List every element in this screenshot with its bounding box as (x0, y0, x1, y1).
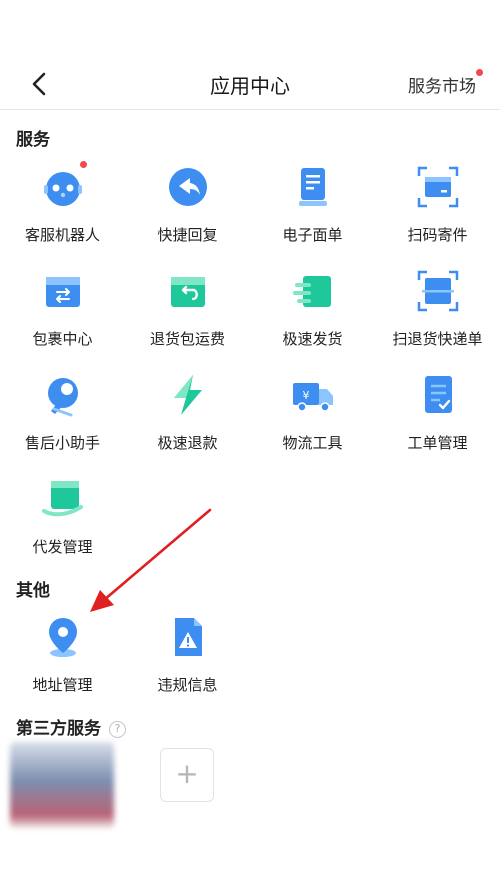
warning-doc-icon (166, 615, 210, 659)
app-quick-reply[interactable]: 快捷回复 (125, 162, 250, 266)
section-title-third-party-label: 第三方服务 (16, 719, 101, 739)
return-freight-icon (166, 269, 210, 313)
app-scan-return[interactable]: 扫退货快递单 (375, 266, 500, 370)
other-grid: 地址管理 违规信息 (0, 612, 500, 716)
app-label: 地址管理 (32, 676, 93, 694)
notification-dot (79, 161, 87, 168)
dropship-icon (41, 477, 85, 521)
service-market-label: 服务市场 (408, 77, 476, 97)
app-aftersale-helper[interactable]: 售后小助手 (0, 370, 125, 474)
app-label: 包裹中心 (32, 330, 93, 348)
section-title-third-party: 第三方服务? (16, 714, 126, 739)
work-order-icon (416, 373, 460, 417)
scan-return-icon (416, 269, 460, 313)
app-work-order[interactable]: 工单管理 (375, 370, 500, 474)
fast-ship-icon (291, 269, 335, 313)
section-title-other: 其他 (16, 581, 50, 601)
e-waybill-icon (291, 165, 335, 209)
location-pin-icon (41, 615, 85, 659)
app-label: 极速发货 (282, 330, 343, 348)
app-label: 客服机器人 (24, 226, 100, 244)
nav-bar: 应用中心 服务市场 (0, 58, 500, 110)
add-service-button[interactable]: + (160, 748, 214, 802)
app-package-center[interactable]: 包裹中心 (0, 266, 125, 370)
app-label: 物流工具 (282, 434, 343, 452)
reply-icon (166, 165, 210, 209)
app-label: 退货包运费 (149, 330, 225, 348)
app-label: 代发管理 (32, 538, 93, 556)
svg-text:¥: ¥ (302, 389, 309, 402)
app-logistics-tools[interactable]: ¥ 物流工具 (250, 370, 375, 474)
app-e-waybill[interactable]: 电子面单 (250, 162, 375, 266)
app-address-management[interactable]: 地址管理 (0, 612, 125, 716)
app-customer-robot[interactable]: 客服机器人 (0, 161, 125, 266)
service-grid: 客服机器人 快捷回复 电子面单 扫码寄件 包裹中心 退货包运费 极速发货 扫退货… (0, 161, 500, 578)
scan-package-icon (416, 165, 460, 209)
app-label: 电子面单 (282, 226, 343, 244)
lightning-icon (166, 373, 210, 417)
section-title-service: 服务 (16, 130, 50, 150)
app-fast-ship[interactable]: 极速发货 (250, 266, 375, 370)
app-label: 扫码寄件 (407, 226, 468, 244)
app-fast-refund[interactable]: 极速退款 (125, 370, 250, 474)
third-party-app-thumbnail[interactable] (10, 742, 114, 828)
app-label: 违规信息 (157, 676, 218, 694)
app-label: 工单管理 (407, 434, 468, 452)
third-party-row: + (0, 742, 500, 832)
app-return-freight[interactable]: 退货包运费 (125, 266, 250, 370)
service-market-link[interactable]: 服务市场 (408, 69, 483, 97)
app-label: 扫退货快递单 (392, 330, 483, 348)
truck-icon: ¥ (291, 373, 335, 417)
robot-icon (41, 161, 87, 209)
app-dropship[interactable]: 代发管理 (0, 474, 125, 578)
help-icon[interactable]: ? (109, 721, 126, 738)
package-icon (41, 269, 85, 313)
app-label: 极速退款 (157, 434, 218, 452)
app-label: 快捷回复 (157, 226, 218, 244)
wrench-icon (41, 373, 85, 417)
app-scan-send[interactable]: 扫码寄件 (375, 162, 500, 266)
notification-dot (476, 69, 483, 76)
app-label: 售后小助手 (24, 434, 100, 452)
app-violation-info[interactable]: 违规信息 (125, 612, 250, 716)
